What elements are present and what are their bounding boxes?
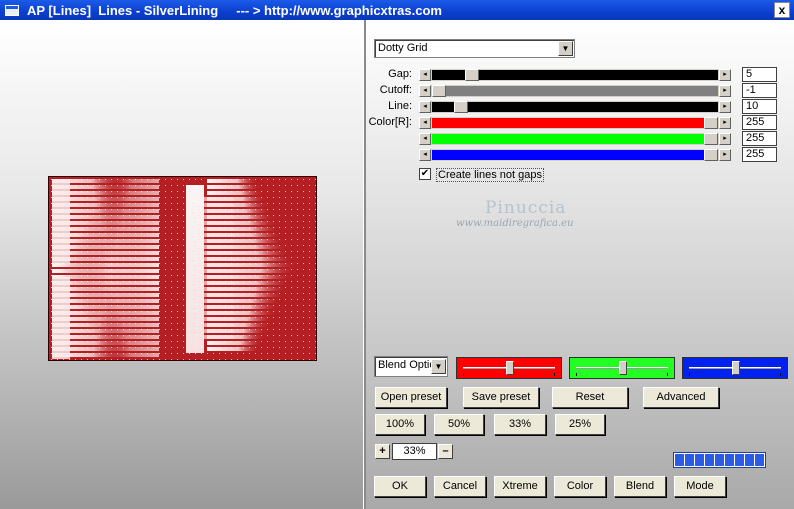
checkmark-icon: ✔	[420, 168, 430, 179]
reset-button[interactable]: Reset	[552, 387, 628, 408]
app-window-icon	[5, 4, 19, 16]
arrow-right-icon[interactable]: ▸	[719, 101, 731, 113]
mode-button[interactable]: Mode	[674, 476, 726, 497]
preview-panel	[0, 20, 364, 509]
progress-segment	[685, 454, 694, 466]
title-bar: AP [Lines] Lines - SilverLining --- > ht…	[0, 0, 794, 20]
slider-track[interactable]: ◂ ▸	[419, 85, 731, 97]
slider-thumb[interactable]	[454, 101, 468, 113]
zoom-100-button[interactable]: 100%	[375, 414, 425, 435]
slider-thumb[interactable]	[704, 149, 718, 161]
slider-track[interactable]: ◂ ▸	[419, 149, 731, 161]
zoom-level-field[interactable]: 33%	[392, 443, 437, 460]
arrow-left-icon[interactable]: ◂	[419, 149, 431, 161]
slider-value-field[interactable]: 255	[742, 115, 777, 130]
slider-knob[interactable]	[732, 361, 740, 375]
slider-track[interactable]: ◂ ▸	[419, 133, 731, 145]
slider-label: Gap:	[388, 68, 412, 80]
arrow-left-icon[interactable]: ◂	[419, 117, 431, 129]
arrow-right-icon[interactable]: ▸	[719, 69, 731, 81]
ok-button[interactable]: OK	[374, 476, 426, 497]
blend-options-dropdown[interactable]: Blend Optio ▼	[374, 356, 448, 377]
zoom-50-button[interactable]: 50%	[434, 414, 484, 435]
preset-dropdown-value: Dotty Grid	[378, 42, 428, 54]
settings-panel: Dotty Grid ▼ Gap: ◂ ▸ 5 Cutoff: ◂ ▸ -1 Line: ◂ ▸ 10…	[366, 20, 794, 509]
slider-track[interactable]: ◂ ▸	[419, 101, 731, 113]
progress-segment	[725, 454, 734, 466]
arrow-right-icon[interactable]: ▸	[719, 85, 731, 97]
blend-color-slider[interactable]	[682, 357, 788, 379]
slider-value-field[interactable]: 255	[742, 147, 777, 162]
preset-dropdown[interactable]: Dotty Grid ▼	[374, 39, 575, 58]
cancel-button[interactable]: Cancel	[434, 476, 486, 497]
progress-indicator	[673, 452, 766, 468]
create-lines-label[interactable]: Create lines not gaps	[436, 168, 544, 182]
slider-thumb[interactable]	[465, 69, 479, 81]
preview-image	[49, 177, 316, 360]
slider-track[interactable]: ◂ ▸	[419, 117, 731, 129]
slider-fill	[432, 134, 718, 144]
progress-segment	[755, 454, 764, 466]
slider-fill	[432, 102, 718, 112]
slider-fill	[432, 150, 718, 160]
blend-color-slider[interactable]	[569, 357, 675, 379]
zoom-minus-button[interactable]: –	[438, 444, 453, 459]
arrow-left-icon[interactable]: ◂	[419, 85, 431, 97]
xtreme-button[interactable]: Xtreme	[494, 476, 546, 497]
close-button[interactable]: x	[774, 2, 790, 18]
slider-label: Line:	[388, 100, 412, 112]
preview-canvas[interactable]	[48, 176, 317, 361]
color-button[interactable]: Color	[554, 476, 606, 497]
slider-track[interactable]: ◂ ▸	[419, 69, 731, 81]
slider-fill	[432, 86, 718, 96]
progress-segment	[715, 454, 724, 466]
zoom-33-button[interactable]: 33%	[494, 414, 546, 435]
slider-label: Color[R]:	[368, 116, 412, 128]
arrow-left-icon[interactable]: ◂	[419, 69, 431, 81]
slider-value-field[interactable]: 5	[742, 67, 777, 82]
progress-segment	[705, 454, 714, 466]
slider-tick	[667, 373, 668, 376]
progress-segment	[675, 454, 684, 466]
create-lines-checkbox[interactable]: ✔	[419, 168, 431, 180]
slider-tick	[576, 373, 577, 376]
slider-thumb[interactable]	[704, 133, 718, 145]
watermark-name: Pinuccia	[485, 198, 567, 218]
blend-color-slider[interactable]	[456, 357, 562, 379]
arrow-right-icon[interactable]: ▸	[719, 133, 731, 145]
open-preset-button[interactable]: Open preset	[375, 387, 447, 408]
slider-value-field[interactable]: 10	[742, 99, 777, 114]
progress-segment	[735, 454, 744, 466]
arrow-left-icon[interactable]: ◂	[419, 101, 431, 113]
slider-thumb[interactable]	[704, 117, 718, 129]
chevron-down-icon[interactable]: ▼	[431, 359, 446, 374]
blend-options-value: Blend Optio	[378, 359, 436, 371]
slider-knob[interactable]	[506, 361, 514, 375]
slider-tick	[554, 373, 555, 376]
progress-segment	[695, 454, 704, 466]
slider-fill	[432, 118, 718, 128]
blend-button[interactable]: Blend	[614, 476, 666, 497]
arrow-right-icon[interactable]: ▸	[719, 149, 731, 161]
chevron-down-icon[interactable]: ▼	[558, 41, 573, 56]
slider-value-field[interactable]: 255	[742, 131, 777, 146]
watermark-url: www.maidiregrafica.eu	[456, 218, 574, 229]
arrow-right-icon[interactable]: ▸	[719, 117, 731, 129]
progress-segment	[745, 454, 754, 466]
arrow-left-icon[interactable]: ◂	[419, 133, 431, 145]
slider-value-field[interactable]: -1	[742, 83, 777, 98]
slider-knob[interactable]	[619, 361, 627, 375]
slider-tick	[463, 373, 464, 376]
slider-label: Cutoff:	[379, 84, 412, 96]
slider-thumb[interactable]	[432, 85, 446, 97]
advanced-button[interactable]: Advanced	[643, 387, 719, 408]
save-preset-button[interactable]: Save preset	[463, 387, 539, 408]
zoom-plus-button[interactable]: +	[375, 444, 390, 459]
zoom-25-button[interactable]: 25%	[555, 414, 605, 435]
slider-tick	[689, 373, 690, 376]
window-title: AP [Lines] Lines - SilverLining --- > ht…	[27, 2, 442, 18]
slider-tick	[780, 373, 781, 376]
